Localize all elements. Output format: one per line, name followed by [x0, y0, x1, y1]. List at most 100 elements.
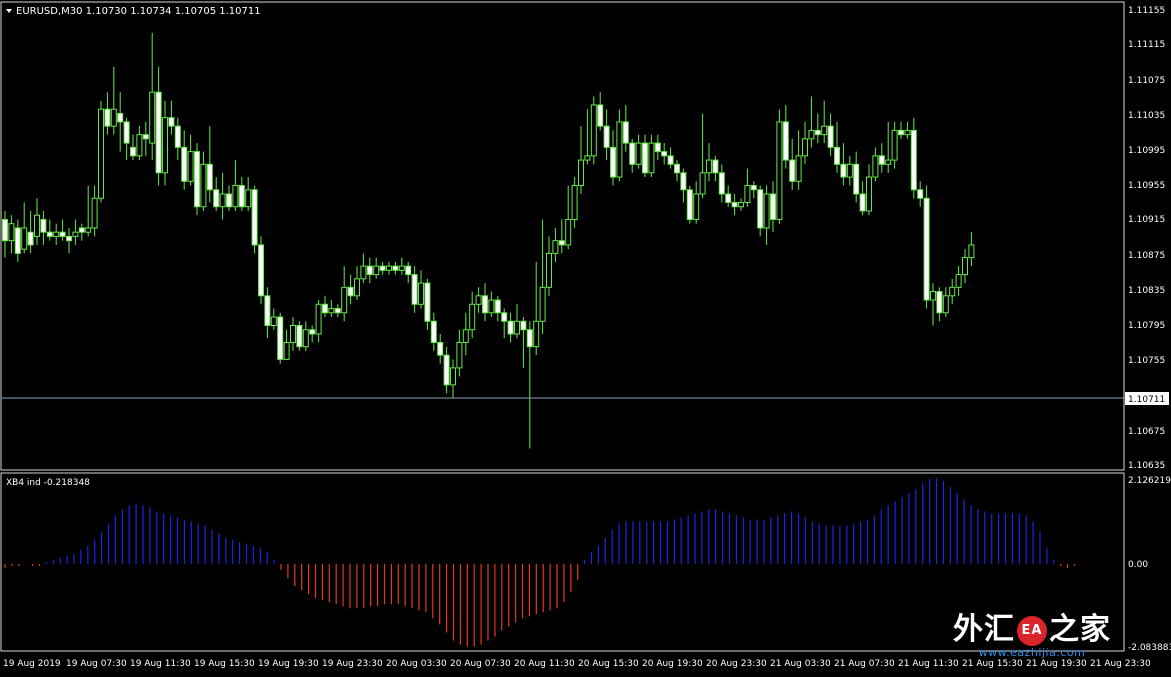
candle-body-bull: [232, 185, 239, 208]
price-label: 1.11075: [1128, 76, 1165, 86]
candle-body-bear: [238, 185, 245, 208]
time-label: 20 Aug 11:30: [514, 659, 575, 669]
candle-body-bear: [405, 265, 412, 276]
candle-body-bull: [955, 274, 962, 288]
candle-body-bear: [725, 193, 732, 203]
candle: [251, 185, 258, 254]
candle-body-bear: [443, 354, 450, 386]
candle-body-bear: [629, 142, 636, 165]
candle-body-bull: [290, 324, 296, 343]
candle-body-bull: [245, 189, 252, 208]
candle-body-bull: [552, 240, 559, 254]
time-label: 19 Aug 23:30: [322, 659, 383, 669]
candle-body-bear: [610, 146, 616, 178]
candle-body-bull: [162, 117, 168, 174]
candle-body-bear: [782, 121, 789, 161]
candle: [686, 185, 693, 224]
candle-body-bull: [187, 151, 194, 182]
candle-body-bear: [757, 189, 764, 229]
candle-body-bull: [8, 223, 15, 242]
candle-body-bear: [322, 303, 328, 314]
candle-body-bear: [603, 125, 610, 148]
candle-body-bear: [936, 291, 943, 314]
candle-body-bull: [930, 291, 936, 301]
candle-body-bear: [910, 129, 917, 191]
candle-body-bear: [923, 197, 930, 301]
candle-body-bear: [296, 324, 303, 348]
candle-body-bull: [110, 108, 117, 127]
candle-body-bull: [219, 193, 226, 208]
candle-body-bear: [334, 308, 341, 314]
candle-body-bull: [699, 172, 706, 195]
chart-canvas[interactable]: EURUSD,M30 1.10730 1.10734 1.10705 1.107…: [0, 0, 1171, 673]
price-label: 1.10955: [1128, 181, 1165, 191]
candle-body-bull: [846, 163, 853, 178]
time-label: 21 Aug 19:30: [1026, 659, 1087, 669]
candle-body-bull: [904, 129, 911, 136]
candle-body-bear: [424, 282, 431, 322]
candle-body-bear: [155, 91, 162, 174]
candle-body-bull: [398, 265, 405, 271]
candle-body-bear: [731, 201, 738, 208]
candle-body-bear: [526, 329, 533, 348]
candle-body-bull: [872, 155, 879, 178]
candle-body-bear: [392, 265, 399, 271]
candle-body-bull: [693, 193, 700, 220]
candle-body-bull: [386, 265, 392, 271]
candle-body-bear: [750, 185, 757, 191]
candle-body-bear: [712, 159, 719, 174]
candle: [98, 100, 104, 203]
current-price-label: 1.10711: [1128, 395, 1165, 405]
symbol-title: EURUSD,M30 1.10730 1.10734 1.10705 1.107…: [16, 6, 261, 17]
mt4-chart-window[interactable]: EURUSD,M30 1.10730 1.10734 1.10705 1.107…: [0, 0, 1171, 673]
candle-body-bear: [226, 193, 232, 208]
price-label: 1.10755: [1128, 356, 1165, 366]
candle: [277, 312, 284, 364]
time-label: 21 Aug 15:30: [962, 659, 1023, 669]
candle-body-bull: [360, 265, 367, 280]
candle-body-bull: [462, 329, 469, 343]
candle-body-bull: [328, 308, 335, 314]
candle-body-bull: [584, 155, 591, 161]
chart-background: [0, 0, 1171, 673]
candle-body-bear: [898, 129, 904, 136]
candle-body-bear: [917, 189, 924, 199]
candle-body-bull: [270, 316, 277, 326]
candle-body-bull: [302, 329, 309, 348]
candle-body-bear: [674, 163, 680, 174]
candle-body-bull: [200, 163, 207, 208]
candle-body-bear: [840, 163, 847, 178]
price-label: 1.10675: [1128, 427, 1165, 437]
candle-body-bear: [667, 155, 674, 165]
candle: [258, 236, 264, 305]
candle-body-bull: [53, 231, 60, 237]
candle-body-bull: [962, 257, 968, 276]
candle-body-bull: [744, 185, 751, 203]
candle-body-bull: [34, 214, 40, 237]
candle-body-bull: [533, 320, 540, 348]
candle-body-bull: [942, 295, 949, 314]
candle-body-bear: [347, 286, 354, 297]
candle: [923, 185, 930, 309]
candle-body-bull: [808, 129, 815, 140]
candle-body-bull: [776, 121, 783, 220]
candle-body-bear: [78, 227, 85, 233]
time-label: 20 Aug 03:30: [386, 659, 447, 669]
candle-body-bull: [450, 367, 456, 386]
candle-body-bear: [622, 121, 629, 144]
candle-body-bull: [98, 108, 104, 199]
candle-body-bear: [878, 155, 885, 165]
candle-body-bear: [174, 125, 181, 148]
price-label: 1.10995: [1128, 146, 1165, 156]
candle-body-bull: [354, 278, 360, 297]
indicator-title: XB4 ind -0.218348: [6, 478, 90, 488]
time-label: 19 Aug 11:30: [130, 659, 191, 669]
candle-body-bull: [635, 142, 642, 165]
candle-body-bull: [469, 303, 476, 331]
time-label: 20 Aug 23:30: [706, 659, 767, 669]
time-label: 20 Aug 15:30: [578, 659, 639, 669]
candle-body-bull: [590, 104, 597, 157]
candle-body-bear: [379, 265, 386, 271]
candle-body-bull: [546, 252, 552, 288]
indicator-max-label: 2.126219: [1128, 476, 1171, 486]
